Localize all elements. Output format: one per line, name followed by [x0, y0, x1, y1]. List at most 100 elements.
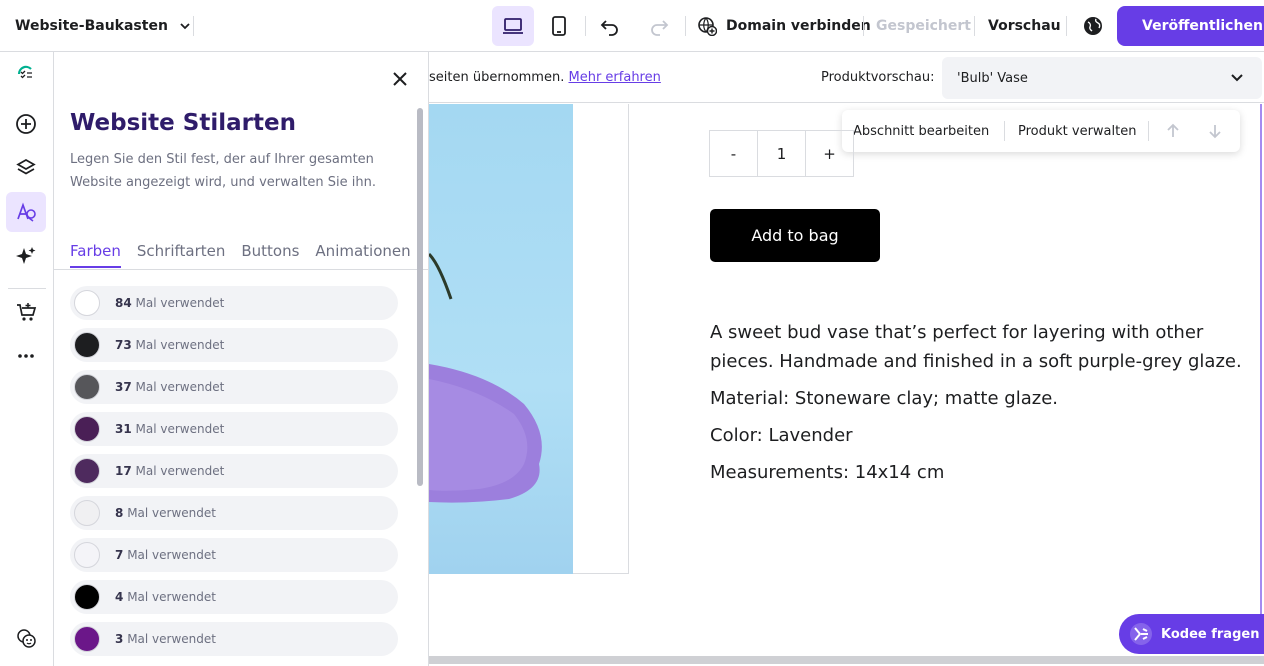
cookie-icon — [17, 629, 36, 648]
panel-description: Legen Sie den Stil fest, der auf Ihrer g… — [70, 152, 376, 190]
divider — [585, 16, 586, 36]
tabs-divider — [54, 269, 428, 270]
color-swatch-row[interactable]: 3 Mal verwendet — [70, 622, 398, 656]
kodee-assistant-button[interactable]: Kodee fragen — [1119, 614, 1264, 654]
tab-buttons[interactable]: Buttons — [241, 242, 299, 268]
close-icon[interactable] — [389, 68, 411, 90]
checklist-icon — [17, 65, 32, 79]
language-button[interactable] — [1075, 6, 1111, 46]
usage-count-label: 4 Mal verwendet — [115, 590, 216, 604]
globe-icon — [1084, 17, 1102, 35]
qty-input[interactable]: 1 — [757, 130, 806, 177]
color-swatch-row[interactable]: 37 Mal verwendet — [70, 370, 398, 404]
tab-fonts[interactable]: Schriftarten — [137, 242, 225, 268]
notice-text-wrap: seiten übernommen. Mehr erfahren — [429, 70, 661, 85]
usage-count-label: 84 Mal verwendet — [115, 296, 224, 310]
color-dot — [74, 626, 100, 652]
connect-domain-button[interactable]: Domain verbinden — [697, 0, 871, 52]
divider — [685, 16, 686, 36]
top-bar: Website-Baukasten Domain verbinden Gespe… — [0, 0, 1264, 52]
notice-bar: seiten übernommen. Mehr erfahren Produkt… — [429, 52, 1264, 103]
color-swatch-row[interactable]: 84 Mal verwendet — [70, 286, 398, 320]
usage-count: 17 — [115, 464, 132, 478]
product-preview-select[interactable]: 'Bulb' Vase — [942, 57, 1262, 99]
publish-button[interactable]: Veröffentlichen — [1117, 6, 1264, 46]
globe-plus-icon — [698, 17, 717, 36]
chevron-down-icon — [180, 23, 190, 30]
tab-colors[interactable]: Farben — [70, 242, 121, 268]
desktop-view-button[interactable] — [492, 6, 534, 46]
phone-icon — [552, 16, 566, 36]
usage-count: 7 — [115, 548, 124, 562]
color-swatch-row[interactable]: 73 Mal verwendet — [70, 328, 398, 362]
mobile-view-button[interactable] — [538, 6, 580, 46]
ai-tools-button[interactable] — [6, 236, 46, 276]
checklist-button[interactable] — [6, 54, 46, 94]
store-button[interactable] — [6, 292, 46, 332]
color-swatch-row[interactable]: 4 Mal verwendet — [70, 580, 398, 614]
quantity-stepper: - 1 + — [709, 130, 854, 177]
usage-count: 37 — [115, 380, 132, 394]
styles-button[interactable] — [6, 192, 46, 232]
scrollbar-thumb[interactable] — [417, 108, 423, 486]
color-dot — [74, 542, 100, 568]
measurements-line: Measurements: 14x14 cm — [710, 462, 945, 483]
product-image-frame[interactable] — [429, 104, 629, 574]
color-dot — [74, 458, 100, 484]
usage-count: 73 — [115, 338, 132, 352]
more-button[interactable] — [6, 336, 46, 376]
chevron-down-icon — [1231, 74, 1243, 82]
canvas-horizontal-scrollbar[interactable] — [429, 656, 1264, 664]
cookie-settings-button[interactable] — [6, 618, 46, 658]
manage-product-button[interactable]: Produkt verwalten — [1018, 110, 1136, 152]
color-swatch-row[interactable]: 17 Mal verwendet — [70, 454, 398, 488]
qty-increase-button[interactable]: + — [805, 130, 854, 177]
qty-decrease-button[interactable]: - — [709, 130, 758, 177]
learn-more-link[interactable]: Mehr erfahren — [569, 70, 661, 85]
color-swatch-row[interactable]: 8 Mal verwendet — [70, 496, 398, 530]
color-dot — [74, 374, 100, 400]
redo-button[interactable] — [641, 6, 677, 46]
usage-suffix: Mal verwendet — [135, 464, 225, 478]
usage-count: 84 — [115, 296, 132, 310]
usage-count-label: 8 Mal verwendet — [115, 506, 216, 520]
arrow-down-icon[interactable] — [1206, 122, 1224, 140]
color-swatch-row[interactable]: 31 Mal verwendet — [70, 412, 398, 446]
color-dot — [74, 416, 100, 442]
panel-scrollbar[interactable] — [417, 108, 425, 488]
connect-domain-label: Domain verbinden — [726, 18, 871, 34]
product-preview-label: Produktvorschau: — [821, 70, 935, 85]
usage-count-label: 17 Mal verwendet — [115, 464, 224, 478]
laptop-icon — [503, 18, 523, 34]
color-dot — [74, 332, 100, 358]
usage-count: 3 — [115, 632, 124, 646]
tab-animations[interactable]: Animationen — [315, 242, 410, 268]
plus-circle-icon — [16, 114, 36, 134]
add-element-button[interactable] — [6, 104, 46, 144]
product-preview-value: 'Bulb' Vase — [957, 70, 1028, 86]
usage-suffix: Mal verwendet — [135, 338, 225, 352]
preview-button[interactable]: Vorschau — [988, 0, 1061, 52]
divider — [863, 16, 864, 36]
section-outline — [1260, 104, 1262, 644]
notice-text: seiten übernommen. — [429, 69, 565, 85]
site-switcher[interactable]: Website-Baukasten — [15, 0, 192, 52]
divider — [193, 16, 194, 36]
layers-button[interactable] — [6, 148, 46, 188]
kodee-label: Kodee fragen — [1161, 626, 1260, 642]
style-tabs: Farben Schriftarten Buttons Animationen — [70, 242, 411, 268]
nav-divider — [8, 288, 46, 289]
undo-button[interactable] — [592, 6, 628, 46]
color-swatch-list: 84 Mal verwendet 73 Mal verwendet 37 Mal v… — [70, 286, 398, 664]
color-swatch-row[interactable]: 7 Mal verwendet — [70, 538, 398, 572]
add-to-bag-button[interactable]: Add to bag — [710, 209, 880, 262]
sparkles-icon — [16, 247, 36, 264]
usage-count: 4 — [115, 590, 124, 604]
color-dot — [74, 500, 100, 526]
product-description: A sweet bud vase that’s perfect for laye… — [710, 318, 1255, 495]
arrow-up-icon[interactable] — [1164, 122, 1182, 140]
product-image — [429, 104, 573, 574]
edit-section-button[interactable]: Abschnitt bearbeiten — [853, 110, 989, 152]
kodee-icon — [1130, 623, 1152, 645]
cart-add-icon — [17, 303, 37, 321]
